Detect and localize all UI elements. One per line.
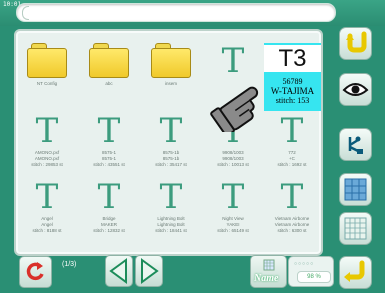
design-tile-amono[interactable]: T AMONO.pxf AMONO.pxf stitch : 29853 st [19,113,75,167]
design-subname: 9908/1003 [222,156,244,161]
design-subname: +C [289,156,295,161]
refresh-button[interactable] [19,256,52,288]
next-page-button[interactable] [135,255,163,287]
design-name: 9908/1003 [222,150,244,155]
name-grid-icon [263,259,275,271]
page-indicator: (1/3) [62,261,77,268]
design-glyph: T [280,177,304,217]
design-tile-lightning-bolt[interactable]: T Lightning Bolt Lightning Bolt stitch :… [143,179,199,233]
design-glyph: T [97,177,121,217]
back-button[interactable] [339,27,372,60]
design-stitch: stitch : 8188 st [32,228,62,233]
design-glyph: T [97,111,121,151]
design-tile-bridge[interactable]: T Bridge MAKER stitch : 12832 st [81,179,137,233]
folder-icon [27,43,67,78]
design-glyph: T [35,111,59,151]
design-stitch: stitch : 6300 st [277,228,307,233]
design-tile-angel[interactable]: T Angel Angel stitch : 8188 st [19,179,75,233]
field-cap [22,6,29,20]
folder-tile-abc[interactable]: abc [81,43,137,86]
design-tile-8575-1b[interactable]: T 8575-1b 8575-1b stitch : 35417 st [143,113,199,167]
design-subname: Angel [41,222,53,227]
design-tile-vietnam-airborne[interactable]: T Vietnam Airborne Vietnam Airborne stit… [264,179,320,233]
design-subname: Vietnam Airborne [274,222,310,227]
design-stitch: stitch : 35417 st [155,162,187,167]
design-name: 8575-1b [162,150,180,155]
design-glyph: T [35,177,59,217]
design-glyph: T [159,111,183,151]
folder-label: NT Config [36,81,58,86]
design-name: Angel [41,216,53,221]
folder-tile-nt-config[interactable]: NT Config [19,43,75,86]
zoom-dots: ○○○○○ [294,261,315,267]
design-subname: 8575-1 [101,156,116,161]
design-tile-8575-1[interactable]: T 8575-1 8575-1 stitch : 43551 st [81,113,137,167]
design-name: Lightning Bolt [157,216,185,221]
refresh-icon [26,262,44,281]
title-field[interactable] [16,3,336,22]
triangle-right-icon [141,258,159,284]
transfer-button[interactable] [339,128,372,161]
design-stitch: stitch : 65149 st [217,228,249,233]
design-subname: YAKEI [226,222,240,227]
usb-icon [348,136,363,154]
design-stitch: stitch : 12832 st [93,228,125,233]
design-name: AMONO.pxf [34,150,60,155]
folder-label: insem [164,81,177,86]
folder-icon [151,43,191,78]
folder-icon [89,43,129,78]
design-name: Bridge [102,216,116,221]
design-subname: 8575-1b [162,156,180,161]
name-sort-label: Name [254,273,279,284]
preview-button[interactable] [339,73,372,106]
design-subname: MAKER [100,222,117,227]
eye-icon [342,83,369,96]
design-stitch: stitch : 43551 st [93,162,125,167]
folder-label: abc [105,81,113,86]
name-sort-button[interactable]: Name [250,255,287,288]
enter-arrow-icon [344,260,365,282]
design-glyph: T [221,177,245,217]
return-arrow-icon [346,31,367,53]
design-glyph: T [159,177,183,217]
design-name: 8575-1 [101,150,116,155]
large-grid-view-button[interactable] [339,173,372,206]
design-subname: AMONO.pxf [34,156,60,161]
design-stitch: stitch : 18441 st [155,228,187,233]
design-name: 772 [288,150,296,155]
zoom-panel: ○○○○○ 98 % [288,256,334,287]
zoom-value: 98 % [297,271,331,283]
design-tile-night-view[interactable]: T Night View YAKEI stitch : 65149 st [205,179,261,233]
design-stitch: stitch : 1692 st [277,162,307,167]
design-stitch: stitch : 10013 st [217,162,249,167]
enter-button[interactable] [339,256,372,289]
pointing-hand-icon [210,86,259,132]
prev-page-button[interactable] [105,255,133,287]
design-name: Night View [222,216,244,221]
folder-tile-insem[interactable]: insem [143,43,199,86]
selected-design-code: T3 [264,45,321,72]
grid-small-icon [344,217,367,240]
design-stitch: stitch : 29853 st [31,162,63,167]
design-subname: Lightning Bolt [157,222,185,227]
small-grid-view-button[interactable] [339,212,372,245]
grid-large-icon [344,178,367,201]
design-name: Vietnam Airborne [274,216,310,221]
triangle-left-icon [109,258,127,284]
